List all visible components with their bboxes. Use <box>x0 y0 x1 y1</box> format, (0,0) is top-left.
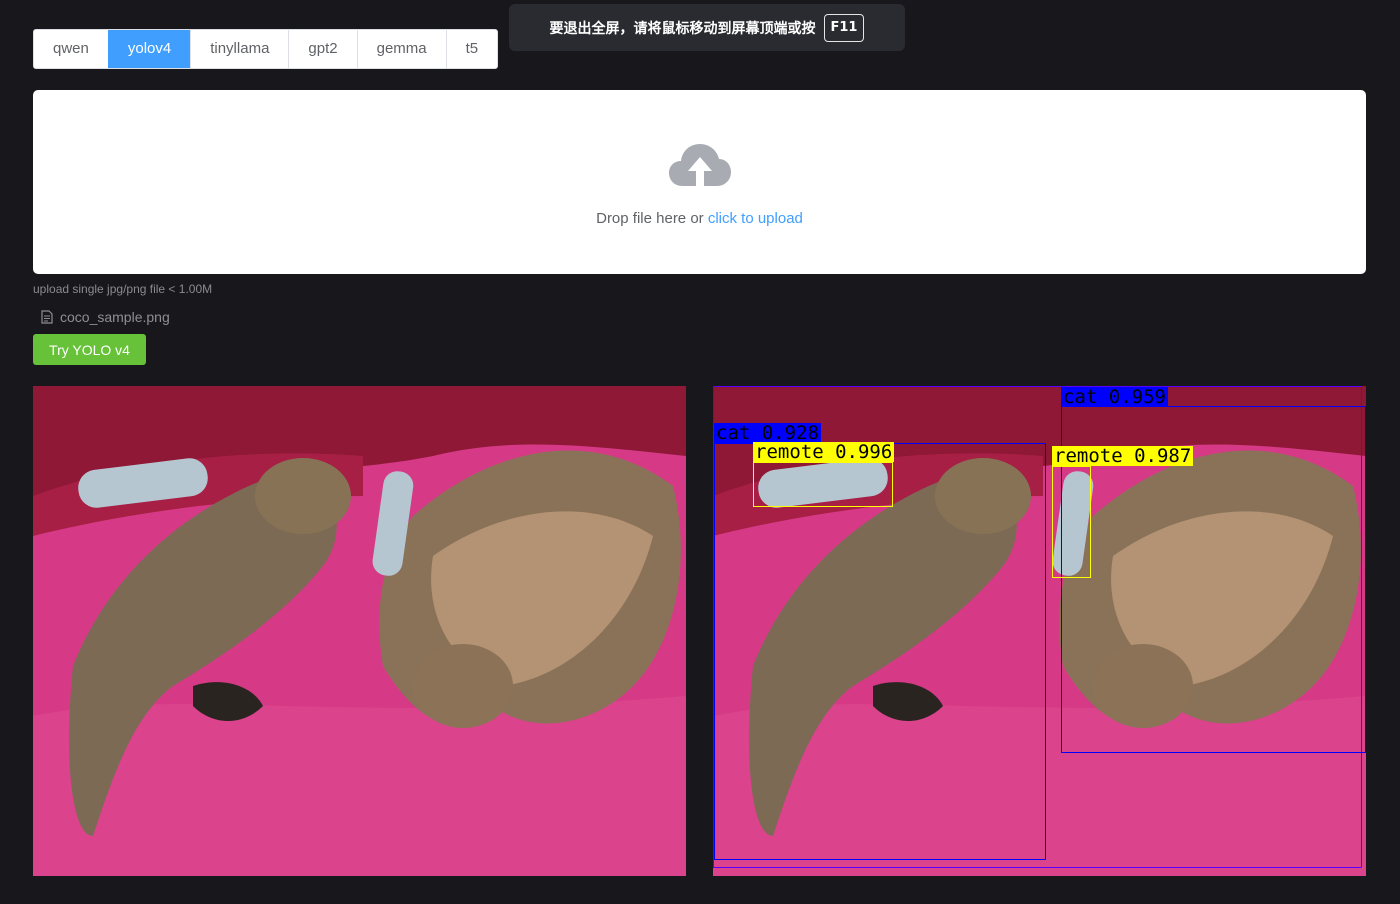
cats-photo <box>33 386 686 876</box>
tab-gemma[interactable]: gemma <box>356 30 446 68</box>
app-page: qwen yolov4 tinyllama gpt2 gemma t5 要退出全… <box>0 0 1400 904</box>
toast-key: F11 <box>823 13 865 42</box>
detection-label-cat-2: cat 0.959 <box>1061 386 1168 408</box>
try-yolo-button[interactable]: Try YOLO v4 <box>33 334 146 365</box>
upload-text: Drop file here or click to upload <box>596 210 803 227</box>
upload-tip: upload single jpg/png file < 1.00M <box>33 282 213 296</box>
detection-box-remote-2 <box>1052 466 1091 578</box>
fullscreen-toast: 要退出全屏，请将鼠标移动到屏幕顶端或按 F11 <box>509 4 905 51</box>
input-image <box>33 386 686 876</box>
tab-yolov4[interactable]: yolov4 <box>107 30 191 68</box>
click-to-upload-link[interactable]: click to upload <box>708 210 803 227</box>
uploaded-file-item[interactable]: coco_sample.png <box>41 308 170 326</box>
tab-t5[interactable]: t5 <box>445 30 498 68</box>
document-icon <box>41 310 53 324</box>
detection-result-image: cat 0.928 remote 0.996 cat 0.959 remote … <box>713 386 1366 876</box>
upload-dropzone[interactable]: Drop file here or click to upload <box>33 90 1366 274</box>
toast-message: 要退出全屏，请将鼠标移动到屏幕顶端或按 <box>549 19 816 36</box>
tab-gpt2[interactable]: gpt2 <box>288 30 357 68</box>
detection-label-remote-2: remote 0.987 <box>1052 445 1194 467</box>
detection-label-remote-1: remote 0.996 <box>753 441 895 463</box>
detection-label-cat-1: cat 0.928 <box>714 422 821 444</box>
tab-tinyllama[interactable]: tinyllama <box>190 30 289 68</box>
detection-box-remote-1 <box>753 462 893 507</box>
file-name: coco_sample.png <box>60 309 170 325</box>
drop-text: Drop file here or <box>596 209 708 227</box>
model-tabs: qwen yolov4 tinyllama gpt2 gemma t5 <box>33 29 499 69</box>
cloud-upload-icon <box>668 143 731 186</box>
tab-qwen[interactable]: qwen <box>34 30 108 68</box>
